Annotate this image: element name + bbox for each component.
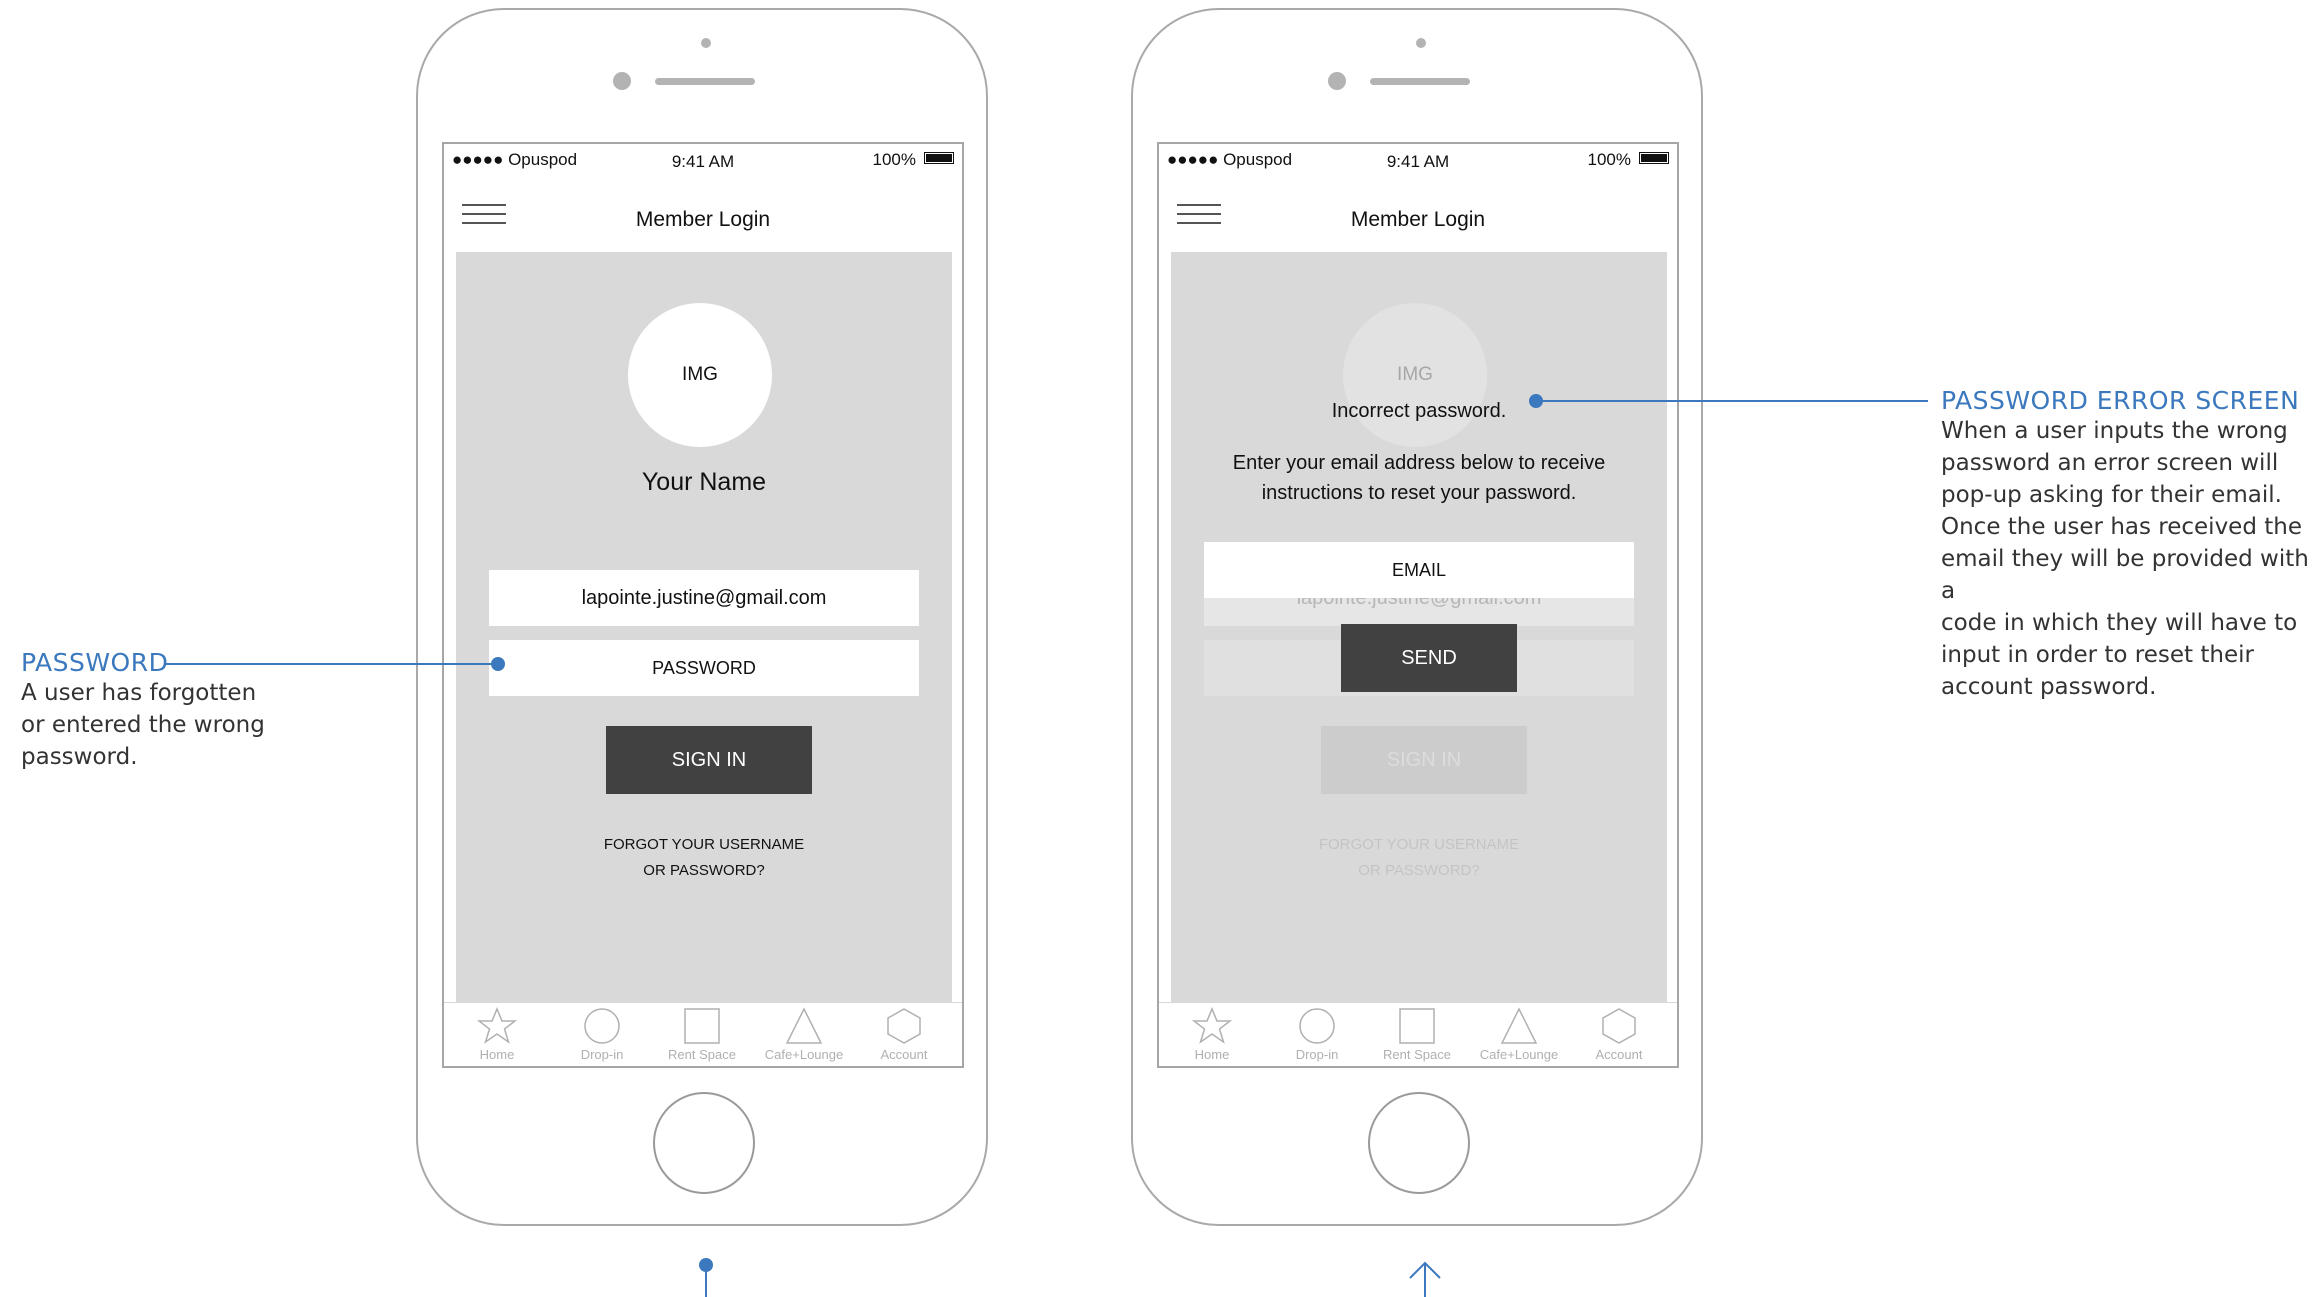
annotation-line: A user has forgotten (21, 680, 257, 706)
annotation-line: Once the user has received the (1941, 514, 2302, 540)
annotation-body: A user has forgotten or entered the wron… (21, 677, 321, 773)
annotation-line: When a user inputs the wrong (1941, 418, 2288, 444)
annotation-title: PASSWORD ERROR SCREEN (1941, 386, 2300, 415)
annotation-password: PASSWORD A user has forgotten or entered… (21, 648, 321, 773)
annotation-line: account password. (1941, 674, 2157, 700)
annotation-error-screen: PASSWORD ERROR SCREEN When a user inputs… (1941, 386, 2321, 703)
annotation-line: password an error screen will (1941, 450, 2279, 476)
annotation-line: email they will be provided with a (1941, 546, 2309, 604)
annotation-line: or entered the wrong (21, 712, 265, 738)
annotation-title: PASSWORD (21, 648, 169, 677)
annotation-line: password. (21, 744, 138, 770)
annotation-line: code in which they will have to (1941, 610, 2298, 636)
annotation-line: input in order to reset their (1941, 642, 2254, 668)
annotation-line: pop-up asking for their email. (1941, 482, 2282, 508)
annotation-body: When a user inputs the wrong password an… (1941, 415, 2321, 703)
